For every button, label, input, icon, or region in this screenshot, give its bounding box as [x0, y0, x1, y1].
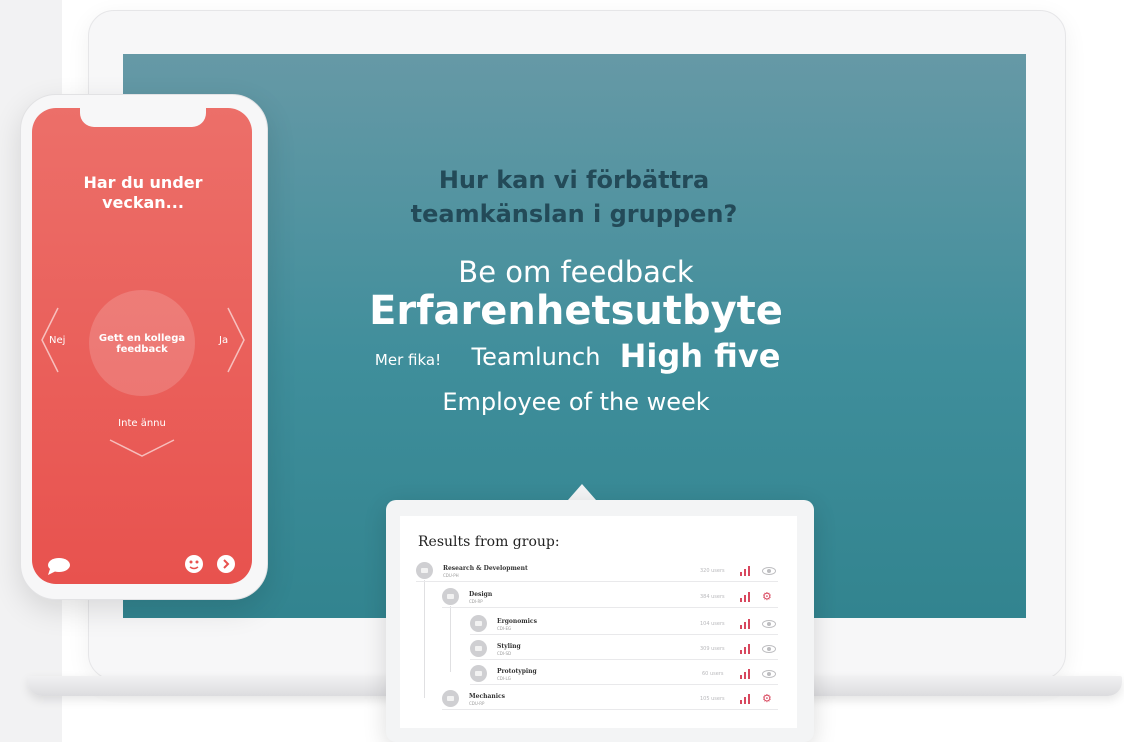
word-employee-of-the-week: Employee of the week [442, 388, 710, 416]
group-code: CDI-SD [497, 651, 512, 656]
row-divider [470, 659, 778, 660]
bar-chart-icon[interactable] [740, 619, 752, 629]
phone-title-line-1: Har du under [83, 173, 203, 192]
table-row[interactable]: Prototyping CDI-LG 60 users [470, 663, 778, 685]
arrow-right-icon[interactable] [216, 554, 236, 574]
group-users: 320 users [700, 568, 725, 574]
question-line-2: teamkänslan i gruppen? [410, 200, 738, 228]
table-row[interactable]: Design CDI-RP 384 users ⚙ [442, 586, 778, 608]
group-name: Design [469, 591, 493, 598]
bar-chart-icon[interactable] [740, 694, 752, 704]
row-divider [442, 709, 778, 710]
answer-circle-text: Gett en kollega feedback [97, 333, 187, 355]
eye-icon[interactable] [762, 620, 776, 628]
group-users: 105 users [700, 696, 725, 702]
row-divider [470, 634, 778, 635]
group-name: Research & Development [443, 565, 528, 572]
group-icon [470, 615, 487, 632]
answer-yes-label[interactable]: Ja [219, 335, 228, 346]
tree-line [424, 580, 425, 698]
group-users: 309 users [700, 646, 725, 652]
group-users: 384 users [700, 594, 725, 600]
row-divider [416, 581, 778, 582]
word-teamlunch: Teamlunch [471, 343, 601, 371]
smiley-icon[interactable] [184, 554, 204, 574]
eye-icon[interactable] [762, 567, 776, 575]
results-title: Results from group: [418, 534, 560, 550]
group-name: Ergonomics [497, 618, 537, 625]
answer-no-label[interactable]: Nej [49, 335, 65, 346]
question-line-1: Hur kan vi förbättra [438, 166, 710, 194]
word-be-om-feedback: Be om feedback [458, 255, 694, 289]
group-code: CDU-RP [469, 701, 485, 706]
group-icon [470, 665, 487, 682]
group-icon [442, 588, 459, 605]
row-divider [442, 607, 778, 608]
bar-chart-icon[interactable] [740, 669, 752, 679]
phone-notch [80, 107, 206, 127]
table-row[interactable]: Research & Development CDU-PH 320 users [416, 560, 778, 582]
group-icon [416, 562, 433, 579]
eye-icon[interactable] [762, 670, 776, 678]
group-icon [470, 640, 487, 657]
row-divider [470, 684, 778, 685]
group-users: 104 users [700, 621, 725, 627]
group-name: Prototyping [497, 668, 537, 675]
tree-line [450, 606, 451, 672]
gear-icon[interactable]: ⚙ [762, 693, 772, 704]
group-code: CDI-EG [497, 626, 512, 631]
answer-circle-line-1: Gett en kollega [98, 333, 186, 344]
eye-icon[interactable] [762, 645, 776, 653]
bar-chart-icon[interactable] [740, 566, 752, 576]
phone-title-line-2: veckan... [102, 193, 184, 212]
chat-bubble-icon[interactable] [46, 556, 72, 576]
chevron-down-icon[interactable] [108, 436, 176, 460]
answer-circle-line-2: feedback [116, 344, 168, 355]
group-code: CDI-LG [497, 676, 511, 681]
group-name: Mechanics [469, 693, 506, 700]
answer-not-yet-label[interactable]: Inte ännu [118, 418, 166, 429]
table-row[interactable]: Ergonomics CDI-EG 104 users [470, 613, 778, 635]
group-users: 60 users [702, 671, 724, 677]
gear-icon[interactable]: ⚙ [762, 591, 772, 602]
word-high-five: High five [619, 337, 781, 375]
table-row[interactable]: Styling CDI-SD 309 users [470, 638, 778, 660]
panel-pointer [568, 484, 596, 500]
group-code: CDU-PH [443, 573, 459, 578]
group-code: CDI-RP [469, 599, 483, 604]
word-erfarenhetsutbyte: Erfarenhetsutbyte [369, 288, 783, 334]
group-icon [442, 690, 459, 707]
group-name: Styling [497, 643, 521, 650]
bar-chart-icon[interactable] [740, 644, 752, 654]
table-row[interactable]: Mechanics CDU-RP 105 users ⚙ [442, 688, 778, 710]
bar-chart-icon[interactable] [740, 592, 752, 602]
word-mer-fika: Mer fika! [374, 351, 442, 369]
